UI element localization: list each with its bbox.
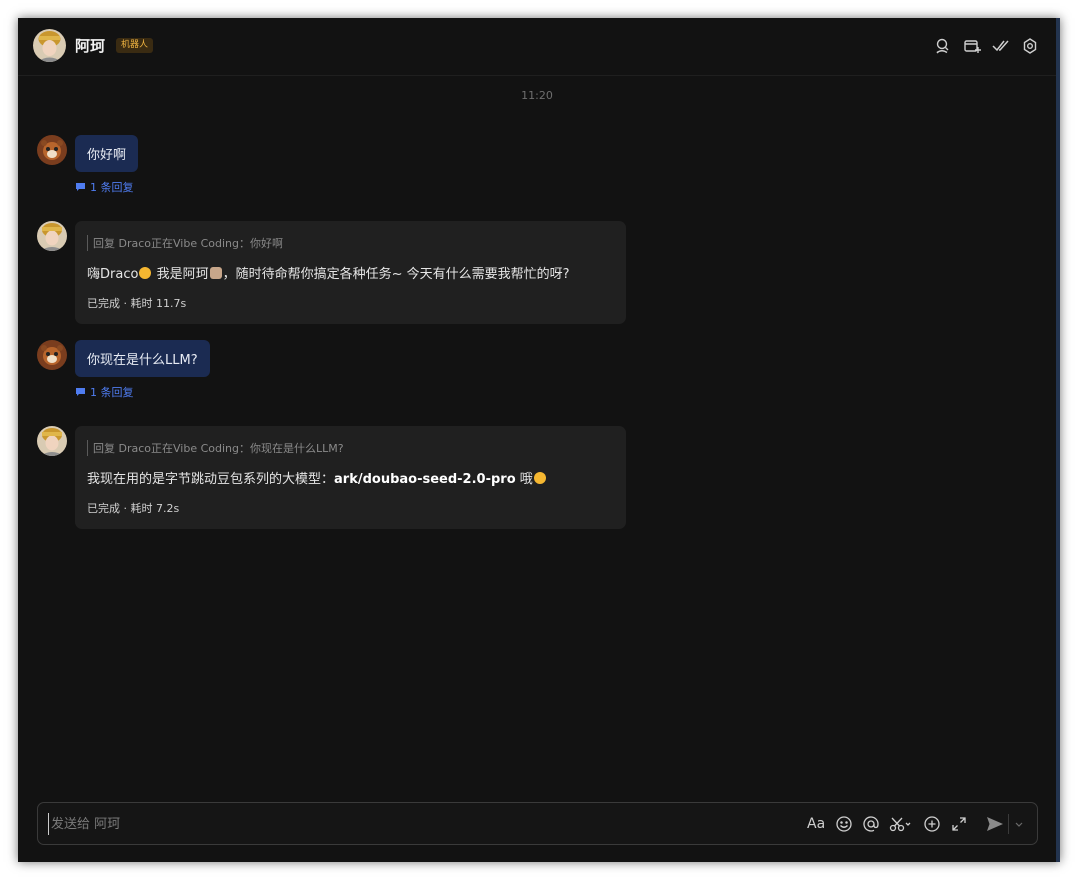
completion-status: 已完成 · 耗时 7.2s <box>87 502 180 515</box>
bot-text-part: ，随时待命帮你搞定各种任务~ 今天有什么需要我帮忙的呀? <box>222 267 570 282</box>
message-timestamp: 11:20 <box>521 89 553 102</box>
bot-avatar[interactable] <box>37 426 67 456</box>
bot-message-card[interactable]: 回复 Draco正在Vibe Coding：你现在是什么LLM? 我现在用的是字… <box>75 426 626 529</box>
user-avatar[interactable] <box>37 135 67 165</box>
scissors-icon[interactable] <box>888 814 914 834</box>
bot-text-part: 我是阿珂 <box>152 267 209 282</box>
chat-window: 阿珂 机器人 11:20 你好啊 1 条回复 回复 Draco正在Vibe Co… <box>18 18 1060 862</box>
message-composer: Aa <box>37 802 1038 845</box>
settings-icon[interactable] <box>1020 36 1040 56</box>
reply-thread-link[interactable]: 1 条回复 <box>75 179 134 195</box>
completion-status: 已完成 · 耗时 11.7s <box>87 297 187 310</box>
bot-text-part: 我现在用的是字节跳动豆包系列的大模型： <box>87 472 335 487</box>
reply-quote: 回复 Draco正在Vibe Coding：你好啊 <box>87 235 283 251</box>
bot-text-part: 哦 <box>515 472 533 487</box>
expand-icon[interactable] <box>949 814 969 834</box>
user-avatar[interactable] <box>37 340 67 370</box>
bot-avatar[interactable] <box>33 29 66 62</box>
smile-emoji-icon <box>533 472 546 484</box>
reply-count: 1 条回复 <box>90 181 134 194</box>
girl-emoji-icon <box>209 267 222 279</box>
font-icon[interactable]: Aa <box>807 814 827 834</box>
bot-badge: 机器人 <box>116 38 154 53</box>
bot-message-card[interactable]: 回复 Draco正在Vibe Coding：你好啊 嗨Draco 我是阿珂 ，随时… <box>75 221 626 324</box>
comment-icon <box>76 183 85 191</box>
chat-title: 阿珂 <box>75 37 106 55</box>
bot-text-part: 嗨Draco <box>87 267 139 282</box>
bot-message-text: 我现在用的是字节跳动豆包系列的大模型：ark/doubao-seed-2.0-p… <box>87 468 547 487</box>
model-name: ark/doubao-seed-2.0-pro <box>334 472 516 487</box>
emoji-icon[interactable] <box>834 814 854 834</box>
search-icon[interactable] <box>933 36 953 56</box>
comment-icon <box>76 388 85 396</box>
user-message[interactable]: 你现在是什么LLM? <box>75 340 210 377</box>
mention-icon[interactable] <box>861 814 881 834</box>
smile-emoji-icon <box>139 267 152 279</box>
add-tab-icon[interactable] <box>962 36 982 56</box>
done-icon[interactable] <box>991 36 1011 56</box>
window-edge <box>1056 18 1060 862</box>
reply-quote: 回复 Draco正在Vibe Coding：你现在是什么LLM? <box>87 440 344 456</box>
chat-header: 阿珂 机器人 <box>18 18 1056 76</box>
message-input[interactable] <box>48 813 783 835</box>
bot-message-text: 嗨Draco 我是阿珂 ，随时待命帮你搞定各种任务~ 今天有什么需要我帮忙的呀? <box>87 263 570 282</box>
reply-count: 1 条回复 <box>90 386 134 399</box>
send-icon[interactable] <box>984 814 1006 834</box>
plus-circle-icon[interactable] <box>922 814 942 834</box>
user-message[interactable]: 你好啊 <box>75 135 139 172</box>
reply-thread-link[interactable]: 1 条回复 <box>75 384 134 400</box>
chevron-down-icon[interactable] <box>1008 814 1029 834</box>
bot-avatar[interactable] <box>37 221 67 251</box>
